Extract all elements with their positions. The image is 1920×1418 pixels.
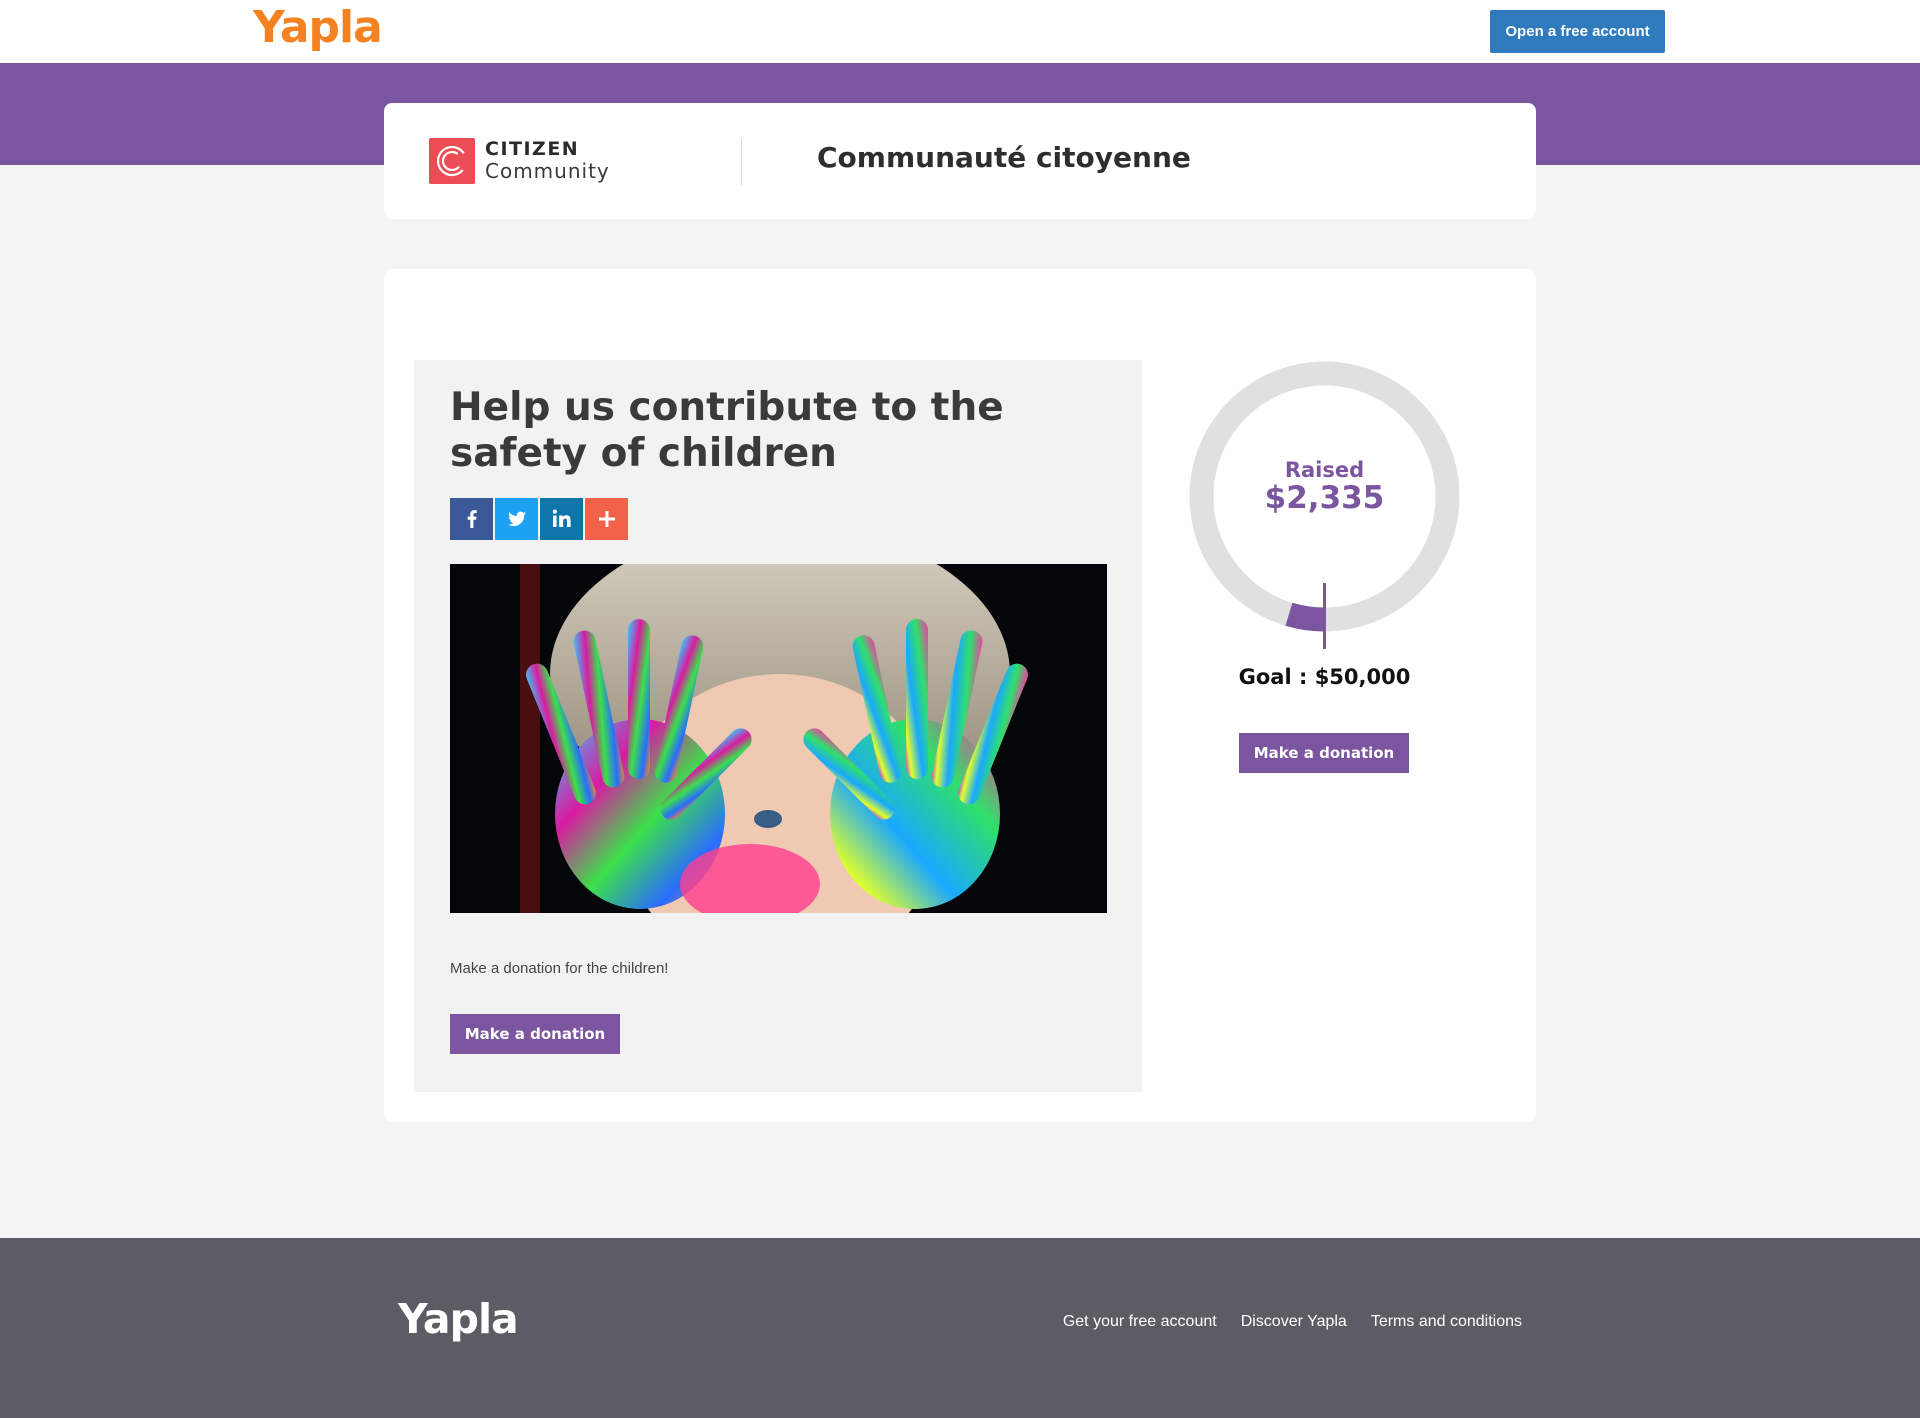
page-footer: Yapla Get your free account Discover Yap… [0,1238,1920,1418]
plus-icon [598,511,615,527]
organization-card: CITIZEN Community Communauté citoyenne [384,103,1536,219]
share-linkedin-button[interactable] [540,498,583,540]
share-facebook-button[interactable] [450,498,493,540]
facebook-icon [467,510,477,528]
share-twitter-button[interactable] [495,498,538,540]
raised-amount: $2,335 [1264,480,1385,516]
footer-yapla-logo[interactable]: Yapla [398,1295,519,1343]
organization-name: Communauté citoyenne [817,141,1191,174]
footer-link-free-account[interactable]: Get your free account [1063,1313,1217,1331]
organization-logo-line1: CITIZEN [485,138,580,160]
share-more-button[interactable] [585,498,628,540]
raised-label: Raised [1284,458,1365,482]
footer-link-terms[interactable]: Terms and conditions [1371,1313,1522,1331]
campaign-content-panel: Help us contribute to the safety of chil… [414,360,1142,1092]
organization-divider [741,138,742,185]
top-navigation-bar: Yapla Open a free account [0,0,1920,63]
citizen-c-icon [429,138,475,184]
campaign-description: Make a donation for the children! [450,960,669,977]
make-donation-button-sidebar[interactable]: Make a donation [1239,733,1409,773]
share-buttons [450,498,628,540]
campaign-title: Help us contribute to the safety of chil… [450,385,1004,476]
campaign-card: Help us contribute to the safety of chil… [384,269,1536,1122]
open-free-account-button[interactable]: Open a free account [1490,10,1665,53]
campaign-hero-image [450,564,1107,913]
organization-logo-line2: Community [485,159,610,183]
goal-amount: Goal : $50,000 [1238,665,1411,689]
linkedin-icon [552,509,571,527]
yapla-logo[interactable]: Yapla [253,2,383,53]
footer-links: Get your free account Discover Yapla Ter… [1063,1313,1522,1331]
make-donation-button[interactable]: Make a donation [450,1014,620,1054]
footer-link-discover-yapla[interactable]: Discover Yapla [1241,1313,1347,1331]
gauge-fill [1285,602,1325,632]
twitter-icon [507,511,526,527]
